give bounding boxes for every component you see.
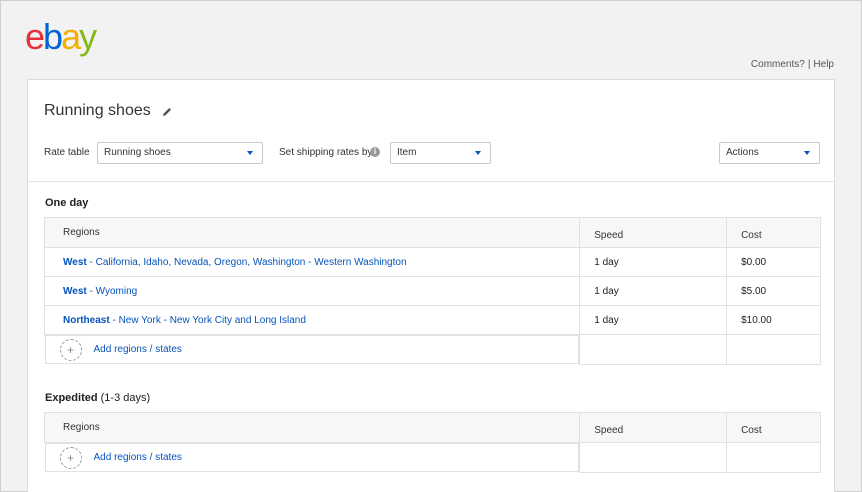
caret-down-icon [247, 151, 253, 155]
comments-link[interactable]: Comments? [751, 59, 805, 70]
add-regions-row: + Add regions / states [44, 442, 821, 473]
section-title-one-day: One day [45, 197, 88, 209]
region-detail[interactable]: - New York - New York City and Long Isla… [110, 315, 305, 326]
shipping-by-select-value: Item [397, 147, 417, 158]
speed-header: Speed [579, 412, 728, 443]
rate-table-label: Rate table [44, 147, 90, 158]
logo-letter-a: a [61, 16, 81, 57]
table-header-row: Regions Speed Cost [43, 412, 821, 443]
cost-cell: $10.00 [726, 305, 821, 335]
region-cell[interactable]: Northeast - New York - New York City and… [43, 305, 581, 335]
region-name[interactable]: West [63, 257, 87, 268]
regions-header: Regions [43, 412, 581, 443]
plus-icon[interactable]: + [59, 446, 82, 469]
speed-cell: 1 day [579, 305, 728, 335]
actions-select-value: Actions [726, 147, 759, 158]
logo-letter-b: b [43, 16, 63, 57]
empty-cell [726, 334, 821, 365]
section-subtitle: (1-3 days) [97, 392, 151, 404]
top-links: Comments? | Help [751, 59, 834, 70]
empty-cell [579, 442, 728, 473]
section-title-text: Expedited [45, 392, 98, 404]
page-title-text: Running shoes [44, 102, 151, 119]
cost-cell: $5.00 [726, 276, 821, 306]
region-detail[interactable]: - California, Idaho, Nevada, Oregon, Was… [87, 257, 406, 268]
section-title-expedited: Expedited (1-3 days) [45, 392, 150, 404]
speed-header: Speed [579, 217, 728, 248]
section-title-text: One day [45, 197, 89, 209]
add-regions-link[interactable]: Add regions / states [94, 344, 182, 355]
page-title: Running shoes [44, 102, 173, 120]
pencil-icon[interactable] [161, 105, 173, 117]
empty-cell [726, 442, 821, 473]
add-regions-row: + Add regions / states [44, 334, 821, 365]
add-regions-link[interactable]: Add regions / states [94, 452, 182, 463]
shipping-by-label: Set shipping rates by [279, 147, 373, 158]
regions-header: Regions [43, 217, 581, 248]
add-regions-cell: + Add regions / states [44, 335, 580, 364]
caret-down-icon [804, 151, 810, 155]
rates-table-one-day: Regions Speed Cost West - California, Id… [43, 217, 821, 365]
cost-cell: $0.00 [726, 247, 821, 277]
rate-table-card: Running shoes Rate table Running shoes S… [27, 79, 835, 492]
plus-icon[interactable]: + [59, 338, 82, 361]
rate-table-select-value: Running shoes [104, 147, 171, 158]
rates-table-expedited: Regions Speed Cost + Add regions / state… [43, 412, 821, 473]
link-separator: | [807, 59, 811, 70]
table-header-row: Regions Speed Cost [43, 217, 821, 248]
table-row[interactable]: West - Wyoming 1 day $5.00 [43, 276, 821, 306]
table-row[interactable]: Northeast - New York - New York City and… [43, 305, 821, 335]
add-regions-control[interactable]: + Add regions / states [46, 338, 182, 361]
rate-table-select[interactable]: Running shoes [97, 142, 263, 164]
add-regions-control[interactable]: + Add regions / states [46, 446, 182, 469]
region-name[interactable]: Northeast [63, 315, 110, 326]
card-header: Running shoes Rate table Running shoes S… [28, 80, 834, 182]
region-detail[interactable]: - Wyoming [87, 286, 137, 297]
region-cell[interactable]: West - Wyoming [43, 276, 581, 306]
shipping-by-select[interactable]: Item [390, 142, 491, 164]
speed-cell: 1 day [579, 247, 728, 277]
add-regions-cell: + Add regions / states [44, 443, 580, 472]
logo-letter-y: y [79, 16, 97, 57]
region-cell[interactable]: West - California, Idaho, Nevada, Oregon… [43, 247, 581, 277]
caret-down-icon [475, 151, 481, 155]
controls-bar: Rate table Running shoes Set shipping ra… [44, 142, 820, 164]
actions-select[interactable]: Actions [719, 142, 820, 164]
help-link[interactable]: Help [813, 59, 834, 70]
region-name[interactable]: West [63, 286, 87, 297]
cost-header: Cost [726, 412, 821, 443]
logo-letter-e: e [25, 16, 45, 57]
ebay-logo[interactable]: ebay [25, 16, 97, 57]
cost-header: Cost [726, 217, 821, 248]
info-icon[interactable]: i [370, 147, 380, 157]
speed-cell: 1 day [579, 276, 728, 306]
table-row[interactable]: West - California, Idaho, Nevada, Oregon… [43, 247, 821, 277]
empty-cell [579, 334, 728, 365]
